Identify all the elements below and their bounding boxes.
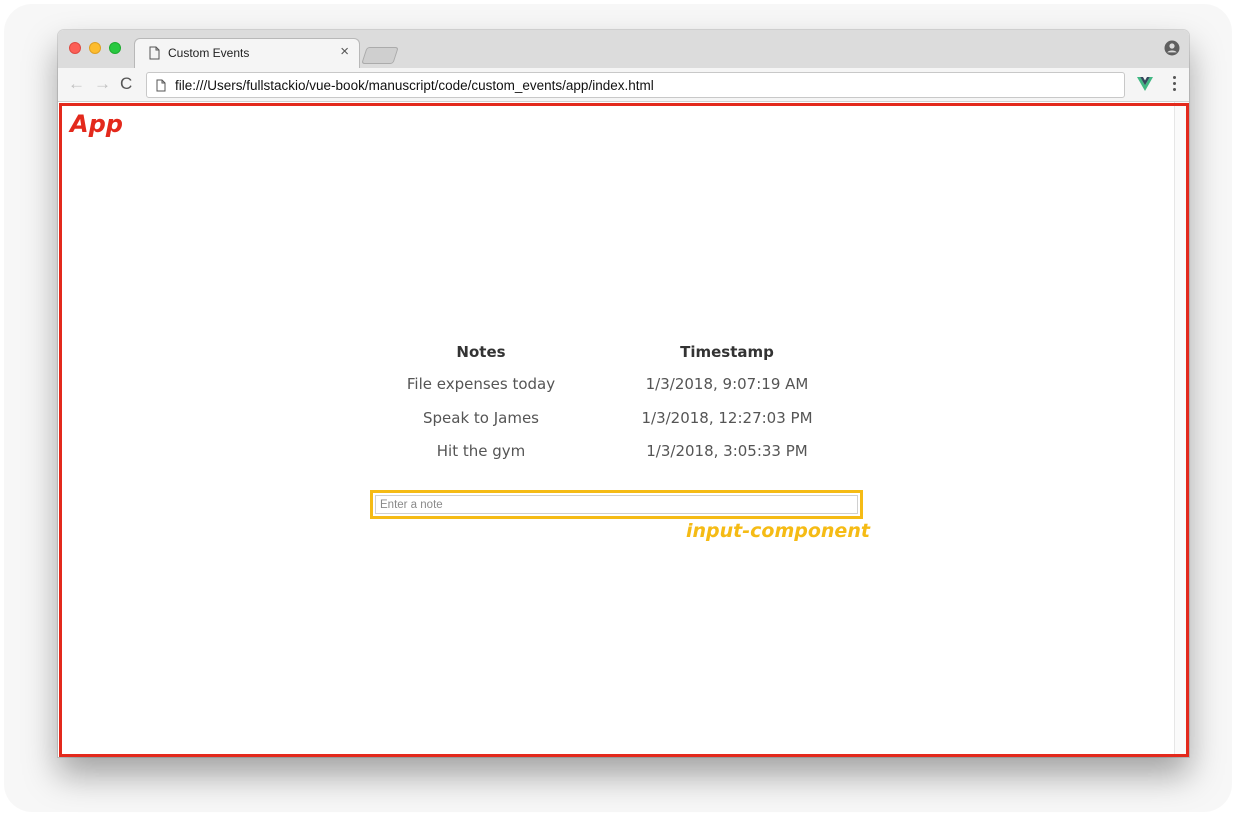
- timestamp-cell: 1/3/2018, 12:27:03 PM: [641, 409, 813, 427]
- minimize-window-button[interactable]: [89, 42, 101, 54]
- browser-tab[interactable]: Custom Events ×: [134, 38, 360, 68]
- vue-devtools-icon[interactable]: [1137, 77, 1153, 91]
- timestamp-cell: 1/3/2018, 9:07:19 AM: [645, 375, 809, 393]
- tab-title: Custom Events: [168, 46, 250, 60]
- input-component-label: input-component: [686, 520, 870, 542]
- tab-close-button[interactable]: ×: [340, 43, 349, 60]
- profile-icon[interactable]: [1164, 40, 1180, 56]
- forward-button[interactable]: →: [94, 75, 111, 93]
- address-bar[interactable]: file:///Users/fullstackio/vue-book/manus…: [146, 72, 1125, 98]
- app-component-label: App: [70, 110, 123, 138]
- new-tab-button[interactable]: [361, 47, 399, 64]
- page-icon: [149, 46, 160, 60]
- close-window-button[interactable]: [69, 42, 81, 54]
- notes-column-header: Notes: [456, 343, 506, 361]
- note-cell: Speak to James: [422, 409, 539, 427]
- more-vertical-icon[interactable]: [1173, 76, 1177, 92]
- note-input[interactable]: [375, 495, 858, 514]
- input-component-outline: [370, 490, 863, 519]
- title-bar: Custom Events ×: [58, 30, 1189, 68]
- reload-button[interactable]: C: [120, 75, 132, 93]
- back-button[interactable]: ←: [68, 75, 85, 93]
- app-component-outline: [59, 103, 1189, 757]
- page-icon: [156, 79, 166, 92]
- browser-toolbar: ← → C file:///Users/fullstackio/vue-book…: [58, 68, 1189, 102]
- note-cell: Hit the gym: [436, 442, 526, 460]
- timestamp-cell: 1/3/2018, 3:05:33 PM: [646, 442, 808, 460]
- url-text[interactable]: file:///Users/fullstackio/vue-book/manus…: [175, 78, 654, 93]
- timestamp-column-header: Timestamp: [680, 343, 774, 361]
- note-cell: File expenses today: [406, 375, 556, 393]
- maximize-window-button[interactable]: [109, 42, 121, 54]
